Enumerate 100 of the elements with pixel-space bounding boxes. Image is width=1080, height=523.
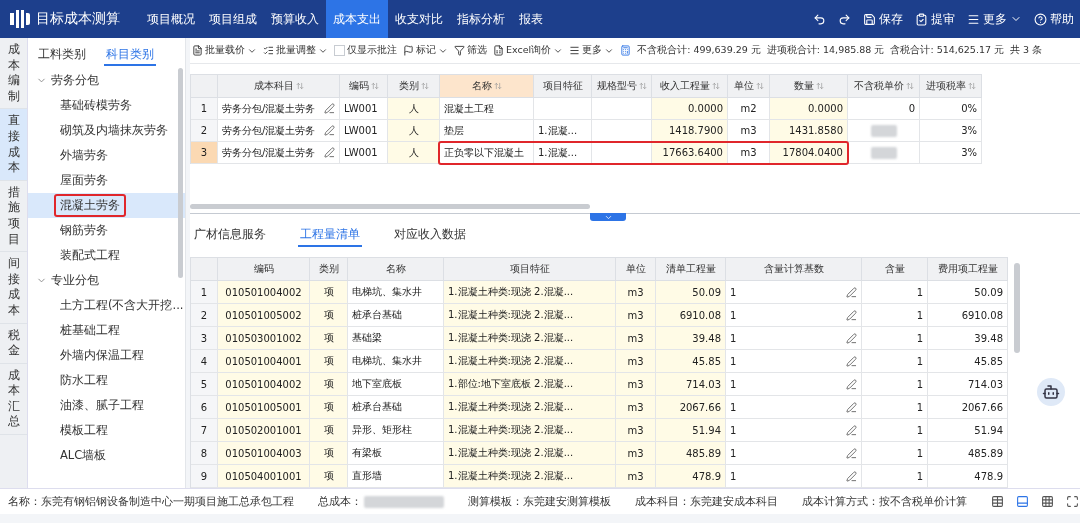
table-cell: 桩承台基础 [348,396,444,419]
collapse-handle[interactable] [590,213,626,221]
tree-item[interactable]: ALC墙板 [28,443,185,468]
detail-tab[interactable]: 广材信息服务 [192,225,268,247]
detail-tab[interactable]: 工程量清单 [298,225,362,247]
edit-icon[interactable] [846,401,857,413]
side-nav-item[interactable]: 成本汇总 [0,363,27,436]
column-header[interactable]: 收入工程量 [652,74,728,98]
side-nav-item[interactable]: 税金 [0,323,27,364]
column-header[interactable]: 单位 [616,257,656,281]
side-nav-item[interactable]: 措施项目 [0,180,27,253]
more-button[interactable]: 更多 [961,0,1028,38]
nav-tab[interactable]: 报表 [512,0,550,38]
tree-item[interactable]: 模板工程 [28,418,185,443]
edit-icon[interactable] [324,125,335,136]
side-nav-item[interactable]: 间接成本 [0,252,27,324]
tree-item[interactable]: 屋面劳务 [28,168,185,193]
column-header[interactable]: 编码 [218,257,310,281]
column-header[interactable]: 不含税单价 [848,74,920,98]
side-nav-item[interactable]: 直接成本 [0,109,27,181]
tree-item[interactable]: 钢筋劳务 [28,218,185,243]
nav-tab[interactable]: 成本支出 [326,0,388,38]
edit-icon[interactable] [846,447,857,459]
nav-tab[interactable]: 项目概况 [140,0,202,38]
table-cell: 混凝土工程 [440,98,534,120]
category-tab[interactable]: 工料类别 [36,42,88,66]
column-header[interactable]: 名称 [440,74,534,98]
detail-tab[interactable]: 对应收入数据 [392,225,468,247]
save-button[interactable]: 保存 [857,0,909,38]
edit-icon[interactable] [324,147,335,158]
sort-icon[interactable] [420,82,429,90]
tree-item[interactable]: 混凝土劳务 [28,193,185,218]
column-header[interactable]: 项目特征 [534,74,592,98]
tree-item[interactable]: 基础砖模劳务 [28,93,185,118]
tree-item[interactable]: 油漆、腻子工程 [28,393,185,418]
sort-icon[interactable] [905,82,914,90]
column-header[interactable]: 含量计算基数 [726,257,862,281]
column-header[interactable]: 单位 [728,74,770,98]
sort-icon[interactable] [295,82,304,90]
column-header[interactable]: 项目特征 [444,257,616,281]
view-button[interactable] [1066,495,1079,508]
row-number: 7 [191,419,218,442]
tree-item[interactable]: 土方工程(不含大开挖... [28,293,185,318]
nav-tab[interactable]: 收支对比 [388,0,450,38]
help-button[interactable]: 帮助 [1028,0,1080,38]
tree-group[interactable]: 劳务分包 [51,72,99,89]
edit-icon[interactable] [846,424,857,436]
sort-icon[interactable] [815,82,824,90]
sort-icon[interactable] [711,82,720,90]
tree-item[interactable]: 防水工程 [28,368,185,393]
column-header[interactable]: 类别 [388,74,440,98]
scrollbar[interactable] [190,204,590,209]
table-cell: m3 [616,281,656,304]
edit-icon[interactable] [846,309,857,321]
view-button[interactable] [991,495,1004,508]
column-header[interactable]: 费用项工程量 [928,257,1008,281]
toolbar-button[interactable]: 批量载价 [192,44,257,57]
column-header[interactable]: 编码 [340,74,388,98]
sort-icon[interactable] [370,82,379,90]
edit-icon[interactable] [846,470,857,482]
scrollbar[interactable] [1014,263,1020,353]
tree-group[interactable]: 专业分包 [51,272,99,289]
view-button[interactable] [1041,495,1054,508]
edit-icon[interactable] [846,332,857,344]
tree-item[interactable]: 装配式工程 [28,243,185,268]
tree-item[interactable]: 砌筑及内墙抹灰劳务 [28,118,185,143]
column-header[interactable]: 进项税率 [920,74,982,98]
view-button[interactable] [1016,495,1029,508]
checkbox-square[interactable] [334,45,345,56]
scrollbar[interactable] [178,68,183,278]
category-tab[interactable]: 科目类别 [104,42,156,66]
edit-icon[interactable] [846,286,857,298]
toolbar-button[interactable]: 筛选 [454,44,487,57]
edit-icon[interactable] [846,355,857,367]
sort-icon[interactable] [755,82,764,90]
sort-icon[interactable] [967,82,976,90]
nav-tab[interactable]: 项目组成 [202,0,264,38]
column-header[interactable]: 类别 [310,257,348,281]
sort-icon[interactable] [638,82,647,90]
nav-tab[interactable]: 指标分析 [450,0,512,38]
tree-item[interactable]: 桩基础工程 [28,318,185,343]
toolbar-button[interactable]: 标记 [403,44,448,57]
submit-button[interactable]: 提审 [909,0,961,38]
edit-icon[interactable] [324,103,335,114]
column-header[interactable]: 名称 [348,257,444,281]
tree-item[interactable]: 外墙内保温工程 [28,343,185,368]
table-cell: 1 [862,442,928,465]
toolbar-button[interactable]: Excel询价 [493,44,564,57]
nav-tab[interactable]: 预算收入 [264,0,326,38]
column-header[interactable]: 清单工程量 [656,257,726,281]
column-header[interactable]: 规格型号 [592,74,652,98]
column-header[interactable]: 成本科目 [218,74,340,98]
column-header[interactable]: 数量 [770,74,848,98]
table-cell: 项 [310,350,348,373]
checkbox[interactable]: 仅显示批注 [334,44,397,57]
toolbar-button[interactable]: 更多 [569,44,615,57]
toolbar-button[interactable]: 批量调整 [263,44,328,57]
tree-item[interactable]: 外墙劳务 [28,143,185,168]
column-header[interactable]: 含量 [862,257,928,281]
edit-icon[interactable] [846,378,857,390]
